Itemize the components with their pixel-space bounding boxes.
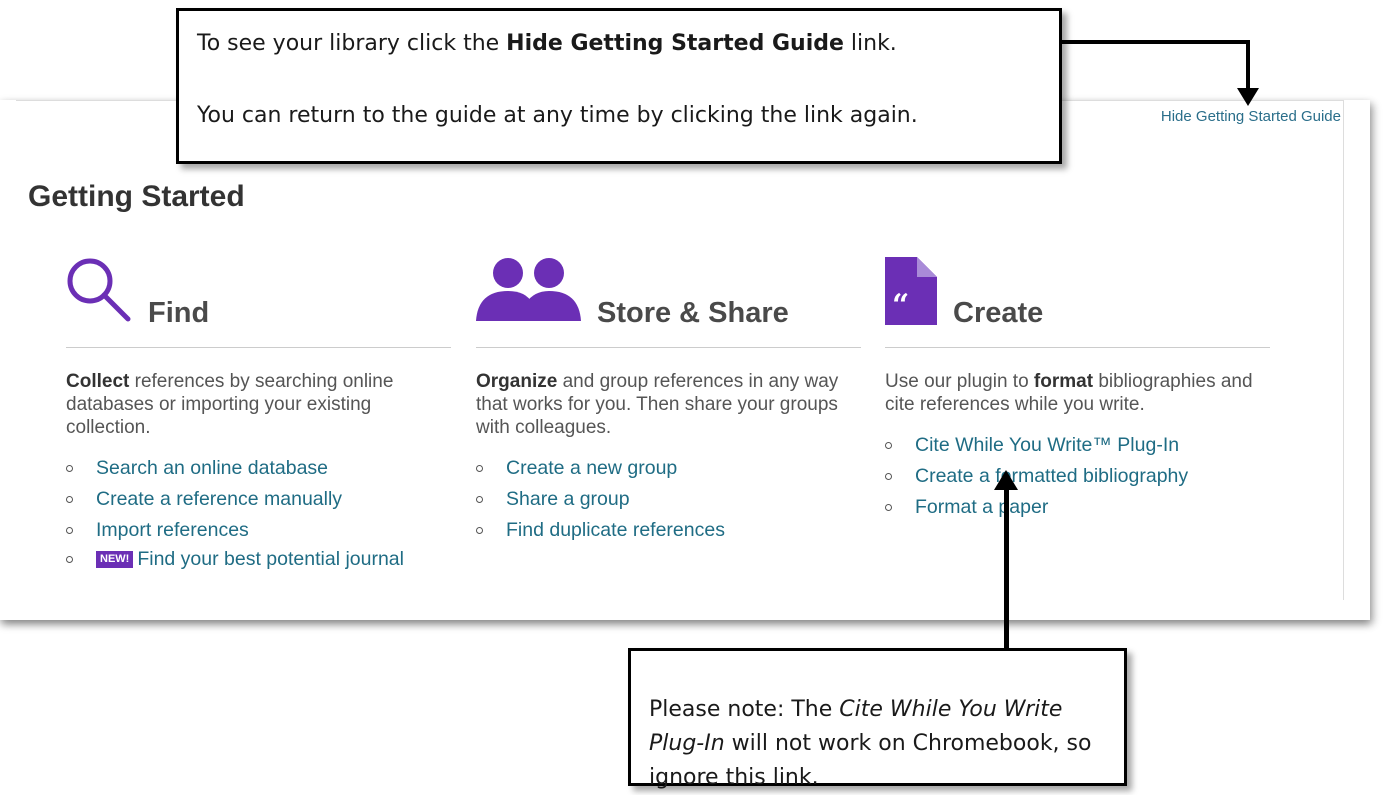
find-best-journal-link[interactable]: Find your best potential journal	[137, 548, 404, 570]
callout-bold-text: Hide Getting Started Guide	[506, 31, 844, 56]
list-item: Format a paper	[885, 492, 1270, 523]
callout-text: Please note: The	[649, 697, 840, 722]
store-share-header: Store & Share	[476, 255, 861, 348]
list-item: NEW! Find your best potential journal	[66, 546, 451, 573]
top-callout-line2: You can return to the guide at any time …	[197, 103, 918, 128]
find-header: Find	[66, 255, 451, 348]
callout-text: link.	[843, 31, 897, 56]
share-group-link[interactable]: Share a group	[506, 488, 630, 510]
getting-started-panel: Hide Getting Started Guide Getting Start…	[0, 100, 1370, 620]
create-formatted-bibliography-link[interactable]: Create a formatted bibliography	[915, 465, 1188, 487]
search-icon	[67, 258, 131, 322]
create-links: Cite While You Write™ Plug-In Create a f…	[885, 430, 1270, 523]
page-title: Getting Started	[28, 180, 245, 213]
find-desc-bold: Collect	[66, 371, 130, 392]
import-references-link[interactable]: Import references	[96, 519, 249, 541]
create-new-group-link[interactable]: Create a new group	[506, 457, 677, 479]
svg-text:“: “	[892, 288, 909, 323]
list-item: Create a reference manually	[66, 484, 451, 515]
find-duplicates-link[interactable]: Find duplicate references	[506, 519, 725, 541]
arrow-head-down	[1237, 88, 1259, 106]
arrow-vertical	[1246, 40, 1250, 92]
create-desc-bold: format	[1033, 371, 1094, 392]
create-header: “ Create	[885, 255, 1270, 348]
arrow-head-up	[994, 470, 1018, 490]
list-item: Create a formatted bibliography	[885, 461, 1270, 492]
search-online-database-link[interactable]: Search an online database	[96, 457, 328, 479]
hide-getting-started-link[interactable]: Hide Getting Started Guide	[1161, 108, 1341, 125]
create-description: Use our plugin to format bibliographies …	[885, 370, 1270, 416]
bottom-callout: Please note: The Cite While You Write Pl…	[628, 648, 1127, 790]
top-callout: To see your library click the Hide Getti…	[176, 8, 1062, 164]
find-links: Search an online database Create a refer…	[66, 453, 451, 573]
list-item: Cite While You Write™ Plug-In	[885, 430, 1270, 461]
list-item: Create a new group	[476, 453, 861, 484]
store-share-description: Organize and group references in any way…	[476, 370, 861, 439]
create-reference-manually-link[interactable]: Create a reference manually	[96, 488, 342, 510]
find-description: Collect references by searching online d…	[66, 370, 451, 439]
create-column: “ Create Use our plugin to format biblio…	[885, 255, 1270, 523]
bottom-callout-text: Please note: The Cite While You Write Pl…	[649, 693, 1124, 795]
find-column: Find Collect references by searching onl…	[66, 255, 451, 573]
arrow-horizontal	[1059, 40, 1250, 44]
list-item: Search an online database	[66, 453, 451, 484]
store-share-title: Store & Share	[597, 297, 789, 329]
format-paper-link[interactable]: Format a paper	[915, 496, 1048, 518]
create-title: Create	[953, 297, 1044, 329]
find-title: Find	[148, 297, 210, 329]
cite-while-you-write-link[interactable]: Cite While You Write™ Plug-In	[915, 434, 1179, 456]
store-desc-bold: Organize	[476, 371, 558, 392]
new-badge: NEW!	[96, 551, 134, 568]
top-callout-line1: To see your library click the Hide Getti…	[197, 31, 897, 56]
arrow-vertical-up	[1004, 486, 1009, 650]
callout-text: To see your library click the	[197, 31, 507, 56]
list-item: Find duplicate references	[476, 515, 861, 546]
list-item: Import references	[66, 515, 451, 546]
list-item: Share a group	[476, 484, 861, 515]
create-desc-pre: Use our plugin to	[885, 371, 1034, 392]
document-quote-icon: “	[885, 257, 937, 325]
store-share-links: Create a new group Share a group Find du…	[476, 453, 861, 546]
store-share-column: Store & Share Organize and group referen…	[476, 255, 861, 546]
panel-border	[1343, 100, 1344, 600]
group-icon	[476, 258, 581, 321]
